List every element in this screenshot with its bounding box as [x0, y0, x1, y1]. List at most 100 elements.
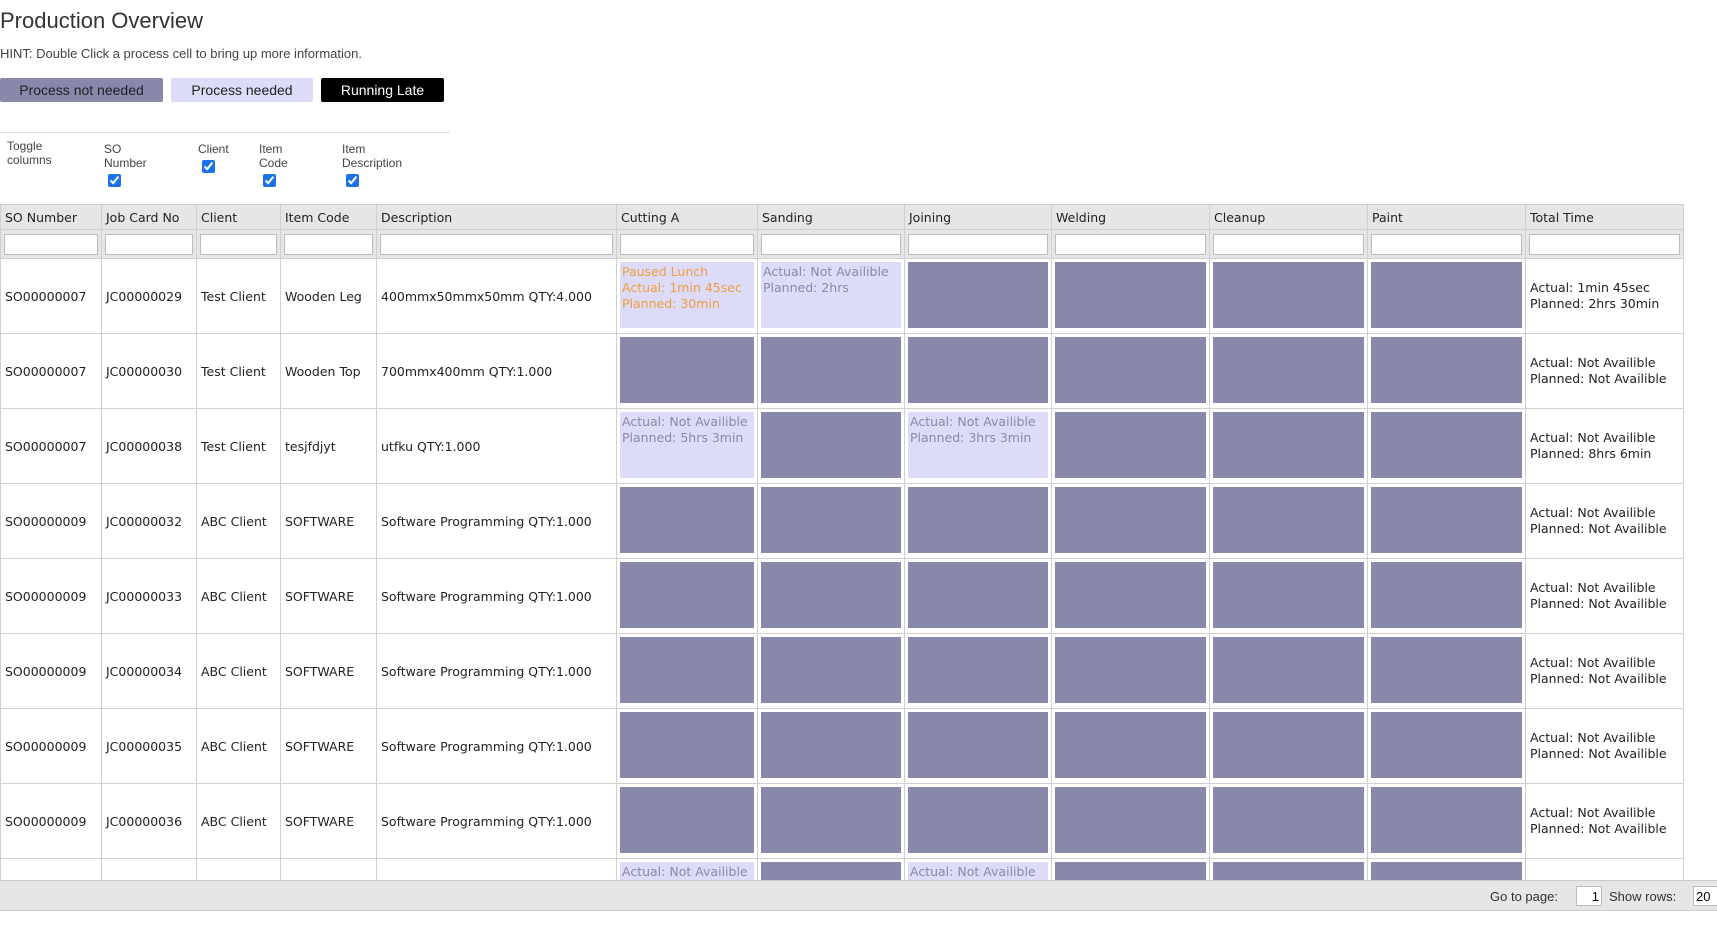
- process-status-none[interactable]: [1055, 412, 1206, 478]
- process-cell-paint[interactable]: [1367, 783, 1526, 859]
- column-header-welding[interactable]: Welding: [1051, 204, 1210, 230]
- process-status-needed[interactable]: Actual: Not Availible Planned: 3hrs 3min: [908, 412, 1048, 478]
- process-cell-cutting-a[interactable]: [616, 633, 758, 709]
- process-cell-welding[interactable]: [1051, 708, 1210, 784]
- process-status-none[interactable]: [1371, 712, 1522, 778]
- process-cell-paint[interactable]: [1367, 408, 1526, 484]
- table-row[interactable]: SO00000009 JC00000032 ABC Client SOFTWARE So…: [0, 483, 1684, 559]
- process-status-none[interactable]: [1371, 562, 1522, 628]
- column-header-client[interactable]: Client: [196, 204, 281, 230]
- column-header-item-code[interactable]: Item Code: [280, 204, 377, 230]
- process-cell-sanding[interactable]: [757, 858, 905, 880]
- filter-input-welding[interactable]: [1055, 233, 1206, 255]
- process-status-none[interactable]: [1371, 787, 1522, 853]
- column-header-total-time[interactable]: Total Time: [1525, 204, 1684, 230]
- process-cell-cutting-a[interactable]: Paused Lunch Actual: 1min 45sec Planned:…: [616, 258, 758, 334]
- column-header-so-number[interactable]: SO Number: [0, 204, 102, 230]
- process-cell-cleanup[interactable]: [1209, 483, 1368, 559]
- process-cell-sanding[interactable]: [757, 783, 905, 859]
- process-status-none[interactable]: [908, 562, 1048, 628]
- process-cell-cutting-a[interactable]: [616, 783, 758, 859]
- process-status-none[interactable]: [1213, 487, 1364, 553]
- process-cell-sanding[interactable]: [757, 558, 905, 634]
- filter-input-joining[interactable]: [908, 233, 1048, 255]
- process-cell-cleanup[interactable]: [1209, 258, 1368, 334]
- process-status-none[interactable]: [908, 787, 1048, 853]
- process-cell-joining[interactable]: [904, 633, 1052, 709]
- process-status-none[interactable]: [1055, 337, 1206, 403]
- table-row[interactable]: Actual: Not Availible Actual: Not Availib…: [0, 858, 1684, 880]
- process-status-none[interactable]: [1371, 487, 1522, 553]
- process-status-none[interactable]: [1055, 637, 1206, 703]
- filter-input-sanding[interactable]: [761, 233, 901, 255]
- process-status-none[interactable]: [1055, 787, 1206, 853]
- process-status-none[interactable]: [1055, 562, 1206, 628]
- process-status-needed[interactable]: Actual: Not Availible Planned: 5hrs 3min: [620, 412, 754, 478]
- process-cell-cleanup[interactable]: [1209, 558, 1368, 634]
- process-cell-joining[interactable]: [904, 483, 1052, 559]
- process-cell-sanding[interactable]: [757, 633, 905, 709]
- process-cell-paint[interactable]: [1367, 483, 1526, 559]
- process-status-none[interactable]: [1055, 487, 1206, 553]
- process-status-none[interactable]: [908, 487, 1048, 553]
- column-header-sanding[interactable]: Sanding: [757, 204, 905, 230]
- process-cell-cutting-a[interactable]: [616, 483, 758, 559]
- process-cell-cleanup[interactable]: [1209, 633, 1368, 709]
- process-status-none[interactable]: [1055, 262, 1206, 328]
- process-status-none[interactable]: [761, 712, 901, 778]
- process-cell-cutting-a[interactable]: Actual: Not Availible: [616, 858, 758, 880]
- process-cell-sanding[interactable]: [757, 708, 905, 784]
- column-header-cutting-a[interactable]: Cutting A: [616, 204, 758, 230]
- toggle-item-code-checkbox[interactable]: [263, 174, 276, 187]
- process-cell-cleanup[interactable]: [1209, 408, 1368, 484]
- process-cell-paint[interactable]: [1367, 858, 1526, 880]
- process-cell-cutting-a[interactable]: [616, 333, 758, 409]
- process-cell-welding[interactable]: [1051, 258, 1210, 334]
- process-status-none[interactable]: [1213, 712, 1364, 778]
- table-row[interactable]: SO00000007 JC00000029 Test Client Wooden Le…: [0, 258, 1684, 334]
- filter-input-description[interactable]: [380, 233, 613, 255]
- filter-input-so-number[interactable]: [4, 233, 98, 255]
- table-row[interactable]: SO00000007 JC00000038 Test Client tesjfdjyt…: [0, 408, 1684, 484]
- process-cell-welding[interactable]: [1051, 858, 1210, 880]
- filter-input-cutting-a[interactable]: [620, 233, 754, 255]
- table-row[interactable]: SO00000007 JC00000030 Test Client Wooden To…: [0, 333, 1684, 409]
- column-header-job-card-no[interactable]: Job Card No: [101, 204, 197, 230]
- process-cell-sanding[interactable]: [757, 483, 905, 559]
- process-cell-paint[interactable]: [1367, 258, 1526, 334]
- column-header-joining[interactable]: Joining: [904, 204, 1052, 230]
- filter-input-item-code[interactable]: [284, 233, 373, 255]
- process-cell-welding[interactable]: [1051, 408, 1210, 484]
- toggle-item-description-checkbox[interactable]: [346, 174, 359, 187]
- process-status-none[interactable]: [1371, 412, 1522, 478]
- rows-per-page-input[interactable]: [1693, 886, 1717, 906]
- process-status-none[interactable]: [1213, 637, 1364, 703]
- column-header-description[interactable]: Description: [376, 204, 617, 230]
- process-status-paused[interactable]: Paused Lunch Actual: 1min 45sec Planned:…: [620, 262, 754, 328]
- filter-input-job-card-no[interactable]: [105, 233, 193, 255]
- process-cell-joining[interactable]: Actual: Not Availible Planned: 3hrs 3min: [904, 408, 1052, 484]
- process-status-none[interactable]: [761, 787, 901, 853]
- process-status-none[interactable]: [1055, 712, 1206, 778]
- process-cell-joining[interactable]: [904, 783, 1052, 859]
- process-status-none[interactable]: [1371, 637, 1522, 703]
- process-cell-cleanup[interactable]: [1209, 783, 1368, 859]
- process-status-none[interactable]: [1213, 562, 1364, 628]
- process-cell-cleanup[interactable]: [1209, 858, 1368, 880]
- process-cell-joining[interactable]: [904, 258, 1052, 334]
- process-status-none[interactable]: [761, 862, 901, 880]
- process-cell-welding[interactable]: [1051, 483, 1210, 559]
- page-number-input[interactable]: [1576, 886, 1602, 906]
- process-cell-joining[interactable]: [904, 558, 1052, 634]
- process-cell-welding[interactable]: [1051, 333, 1210, 409]
- process-status-none[interactable]: [1371, 862, 1522, 880]
- process-cell-paint[interactable]: [1367, 558, 1526, 634]
- process-status-none[interactable]: [620, 787, 754, 853]
- table-row[interactable]: SO00000009 JC00000034 ABC Client SOFTWARE So…: [0, 633, 1684, 709]
- table-row[interactable]: SO00000009 JC00000036 ABC Client SOFTWARE So…: [0, 783, 1684, 859]
- process-cell-welding[interactable]: [1051, 558, 1210, 634]
- process-status-none[interactable]: [1213, 862, 1364, 880]
- process-cell-joining[interactable]: [904, 708, 1052, 784]
- process-status-none[interactable]: [620, 637, 754, 703]
- process-status-needed[interactable]: Actual: Not Availible: [620, 862, 754, 880]
